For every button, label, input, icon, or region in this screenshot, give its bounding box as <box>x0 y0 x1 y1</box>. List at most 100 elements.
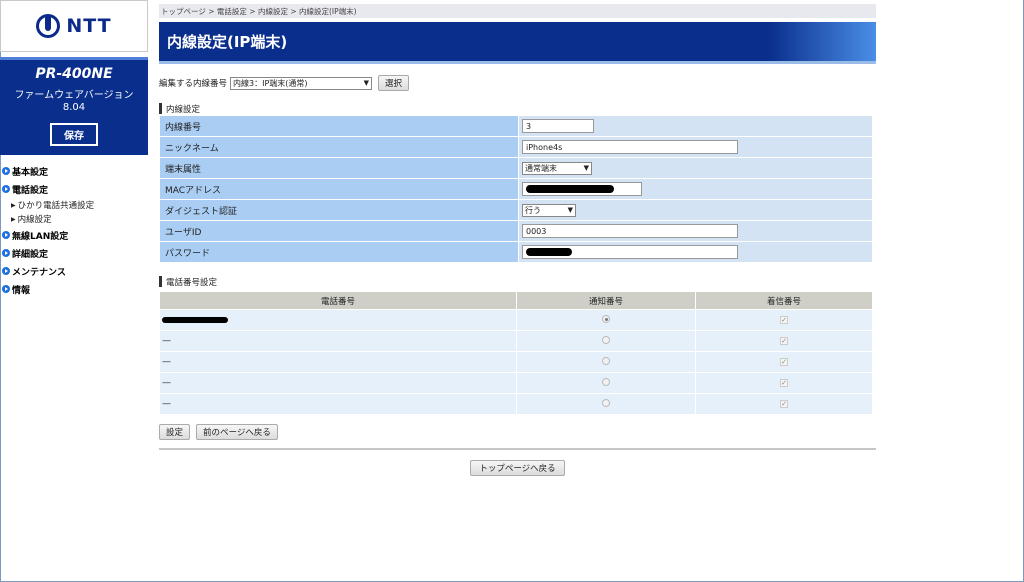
redaction-mark <box>162 317 228 323</box>
incoming-checkbox[interactable]: ✓ <box>780 400 788 408</box>
table-row: ニックネーム iPhone4s <box>159 136 873 158</box>
table-row: — ✓ <box>159 393 873 415</box>
firmware-label: ファームウェアバージョン <box>14 90 134 101</box>
notify-cell <box>516 351 696 373</box>
table-row: — ✓ <box>159 372 873 394</box>
mac-address-cell <box>518 178 873 200</box>
table-row: ユーザID 0003 <box>159 220 873 242</box>
extension-section-heading: 内線設定 <box>159 102 876 115</box>
digest-auth-select[interactable]: 行う ▼ <box>522 203 576 217</box>
notify-radio[interactable] <box>602 356 610 365</box>
notify-radio[interactable] <box>602 335 610 344</box>
table-row: 端末属性 通常端末 ▼ <box>159 157 873 179</box>
redaction-mark <box>526 185 614 193</box>
incoming-checkbox[interactable]: ✓ <box>780 379 788 387</box>
arrow-bullet-icon <box>2 267 10 275</box>
triangle-icon: ▶ <box>11 201 16 209</box>
table-header-row: 電話番号 通知番号 着信番号 <box>159 291 873 310</box>
notify-radio[interactable] <box>602 377 610 386</box>
table-row: — ✓ <box>159 351 873 373</box>
nickname-cell: iPhone4s <box>518 136 873 158</box>
terminal-attr-select[interactable]: 通常端末 ▼ <box>522 161 592 175</box>
dropdown-arrow-icon: ▼ <box>363 79 370 87</box>
left-column: NTT PR-400NE ファームウェアバージョン 8.04 保存 基本設定 電… <box>0 0 148 582</box>
notify-radio[interactable] <box>602 398 610 407</box>
phone-number-cell: — <box>159 393 517 415</box>
ntt-logo: NTT <box>0 0 148 52</box>
phone-number-cell: — <box>159 330 517 352</box>
phone-number-cell: — <box>159 351 517 373</box>
back-button[interactable]: 前のページへ戻る <box>196 424 278 440</box>
nav-label: 電話設定 <box>12 185 49 196</box>
notify-cell <box>516 393 696 415</box>
ext-number-input[interactable]: 3 <box>522 119 594 133</box>
ext-number-cell: 3 <box>518 115 873 137</box>
mac-address-input[interactable] <box>522 182 642 196</box>
notify-cell <box>516 309 696 331</box>
terminal-attr-cell: 通常端末 ▼ <box>518 157 873 179</box>
digest-auth-label: ダイジェスト認証 <box>159 199 519 221</box>
incoming-checkbox[interactable]: ✓ <box>780 316 788 324</box>
save-button[interactable]: 保存 <box>49 122 99 147</box>
form-button-row: 設定 前のページへ戻る <box>159 424 876 440</box>
notify-radio[interactable] <box>602 314 610 323</box>
dropdown-arrow-icon: ▼ <box>583 164 589 172</box>
nav-phone-settings[interactable]: 電話設定 <box>2 180 148 198</box>
nav-label: 基本設定 <box>12 167 49 178</box>
notify-cell <box>516 330 696 352</box>
nav-hikari-common[interactable]: ▶ ひかり電話共通設定 <box>2 198 148 212</box>
nav-label: 内線設定 <box>17 215 52 225</box>
side-nav: 基本設定 電話設定 ▶ ひかり電話共通設定 ▶ 内線設定 無線LAN設定 詳細設定 … <box>2 162 148 298</box>
nickname-label: ニックネーム <box>159 136 519 158</box>
table-row: ダイジェスト認証 行う ▼ <box>159 199 873 221</box>
section-bar <box>159 276 162 287</box>
nav-detail-settings[interactable]: 詳細設定 <box>2 244 148 262</box>
incoming-checkbox[interactable]: ✓ <box>780 358 788 366</box>
ntt-logo-icon <box>36 14 61 38</box>
page-title: 内線設定(IP端末) <box>159 22 876 64</box>
breadcrumb: トップページ > 電話設定 > 内線設定 > 内線設定(IP端末) <box>159 4 876 18</box>
redaction-mark <box>526 248 572 256</box>
nav-label: メンテナンス <box>12 267 66 278</box>
extension-form-table: 内線番号 3 ニックネーム iPhone4s 端末属性 通常端末 ▼ MACアド… <box>159 115 873 263</box>
firmware-version: 8.04 <box>62 102 86 113</box>
extension-select-row: 編集する内線番号 内線3：IP端末(通常) ▼ 選択 <box>159 74 876 92</box>
nickname-input[interactable]: iPhone4s <box>522 140 738 154</box>
arrow-bullet-icon <box>2 167 10 175</box>
top-page-button[interactable]: トップページへ戻る <box>470 460 565 476</box>
phone-section-heading: 電話番号設定 <box>159 275 876 288</box>
col-phone-number: 電話番号 <box>159 291 517 310</box>
select-button[interactable]: 選択 <box>378 75 410 91</box>
table-row: ✓ <box>159 309 873 331</box>
section-heading-text: 内線設定 <box>166 104 201 115</box>
nav-wireless-lan[interactable]: 無線LAN設定 <box>2 226 148 244</box>
table-row: — ✓ <box>159 330 873 352</box>
incoming-cell: ✓ <box>695 372 873 394</box>
phone-number-table: 電話番号 通知番号 着信番号 ✓ — ✓ — ✓ — ✓ — ✓ <box>159 291 873 415</box>
table-row: MACアドレス <box>159 178 873 200</box>
incoming-cell: ✓ <box>695 309 873 331</box>
model-name: PR-400NE <box>35 66 113 82</box>
nav-basic-settings[interactable]: 基本設定 <box>2 162 148 180</box>
nav-label: 情報 <box>12 285 31 296</box>
nav-maintenance[interactable]: メンテナンス <box>2 262 148 280</box>
user-id-input[interactable]: 0003 <box>522 224 738 238</box>
password-input[interactable] <box>522 245 738 259</box>
incoming-cell: ✓ <box>695 330 873 352</box>
top-button-row: トップページへ戻る <box>159 460 876 476</box>
arrow-bullet-icon <box>2 285 10 293</box>
table-row: パスワード <box>159 241 873 263</box>
col-notify-number: 通知番号 <box>516 291 696 310</box>
nav-info[interactable]: 情報 <box>2 280 148 298</box>
set-button[interactable]: 設定 <box>159 424 191 440</box>
section-heading-text: 電話番号設定 <box>166 277 218 288</box>
extension-select[interactable]: 内線3：IP端末(通常) ▼ <box>230 76 373 90</box>
nav-label: 詳細設定 <box>12 249 49 260</box>
logo-text: NTT <box>66 15 112 37</box>
mac-address-label: MACアドレス <box>159 178 519 200</box>
arrow-bullet-icon <box>2 231 10 239</box>
incoming-checkbox[interactable]: ✓ <box>780 337 788 345</box>
notify-cell <box>516 372 696 394</box>
nav-extension-settings[interactable]: ▶ 内線設定 <box>2 212 148 226</box>
phone-number-cell: — <box>159 372 517 394</box>
